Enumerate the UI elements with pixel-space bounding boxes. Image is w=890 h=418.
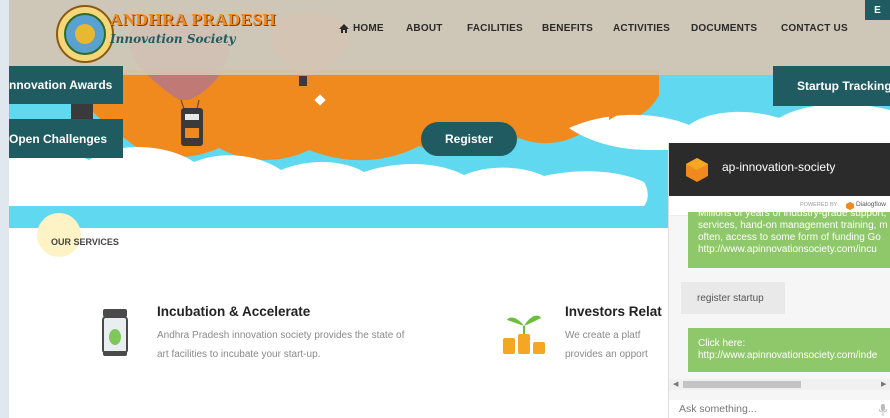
startup-tracking-button[interactable]: Startup Tracking [773,66,890,106]
nav-facilities[interactable]: FACILITIES [467,0,523,56]
scroll-right-icon[interactable]: ▶ [881,380,886,388]
money-plant-icon [503,315,545,354]
nav-home[interactable]: HOME [339,0,384,56]
chat-header[interactable]: ap-innovation-society [669,143,890,196]
services-heading: OUR SERVICES [51,237,119,247]
nav-contact-us[interactable]: CONTACT US [781,0,848,56]
nav-benefits[interactable]: BENEFITS [542,0,593,56]
scroll-left-icon[interactable]: ◀ [673,380,678,388]
page: ANDHRA PRADESH Innovation Society HOME A… [9,0,890,418]
brand-line1: ANDHRA PRADESH [110,10,277,29]
chat-message-line: http://www.apinnovationsociety.com/incu [698,244,877,255]
ap-emblem-logo [56,5,114,63]
chat-input[interactable] [669,400,890,418]
nav-activities[interactable]: ACTIVITIES [613,0,670,56]
service-title-incubation: Incubation & Accelerate [157,304,311,319]
nav-documents[interactable]: DOCUMENTS [691,0,757,56]
powered-by-label: POWERED BY [800,202,838,208]
chat-message-line: Millions of years of industry-grade supp… [698,212,887,219]
chat-title: ap-innovation-society [722,160,836,174]
dialogflow-small-icon [846,202,854,210]
incubator-jar-icon [102,309,128,356]
powered-by-brand: Dialogflow [856,201,886,208]
brand-line2: Innovation Society [110,32,236,46]
chat-message-user: register startup [681,282,785,314]
chat-hscroll-thumb[interactable] [683,381,801,388]
site-header: ANDHRA PRADESH Innovation Society HOME A… [9,0,890,75]
open-challenges-button[interactable]: Open Challenges [9,119,123,158]
dialogflow-logo-icon [686,158,708,182]
service-desc-investors-line2: provides an opport [565,349,648,360]
service-desc-investors-line1: We create a platf [565,330,641,341]
service-desc-incubation-line1: Andhra Pradesh innovation society provid… [157,330,405,341]
nav-home-label: HOME [353,22,384,34]
nav-about[interactable]: ABOUT [406,0,443,56]
corner-badge[interactable]: E [865,0,890,20]
services-blob [37,213,81,257]
chat-message-bot[interactable]: Click here: http://www.apinnovationsocie… [688,328,890,372]
register-button[interactable]: Register [421,122,517,156]
chat-message-line: Click here: [698,338,746,349]
chat-message-line[interactable]: http://www.apinnovationsociety.com/inde [698,350,880,362]
microphone-icon[interactable] [879,404,887,416]
chat-widget[interactable]: ap-innovation-society POWERED BY Dialogf… [668,143,890,418]
chat-horizontal-scrollbar[interactable]: ◀ ▶ [669,379,890,390]
service-title-investors: Investors Relat [565,304,662,319]
home-icon [339,23,349,33]
chat-message-bot: Millions of years of industry-grade supp… [688,212,890,268]
chat-message-line: often, access to some form of funding Go [698,232,881,243]
chat-message-line: services, hand-on management training, m [698,220,888,231]
service-desc-incubation-line2: art facilities to incubate your start-up… [157,349,321,360]
innovation-awards-button[interactable]: nnovation Awards [9,66,123,104]
brand-logo[interactable]: ANDHRA PRADESH Innovation Society [110,10,277,58]
